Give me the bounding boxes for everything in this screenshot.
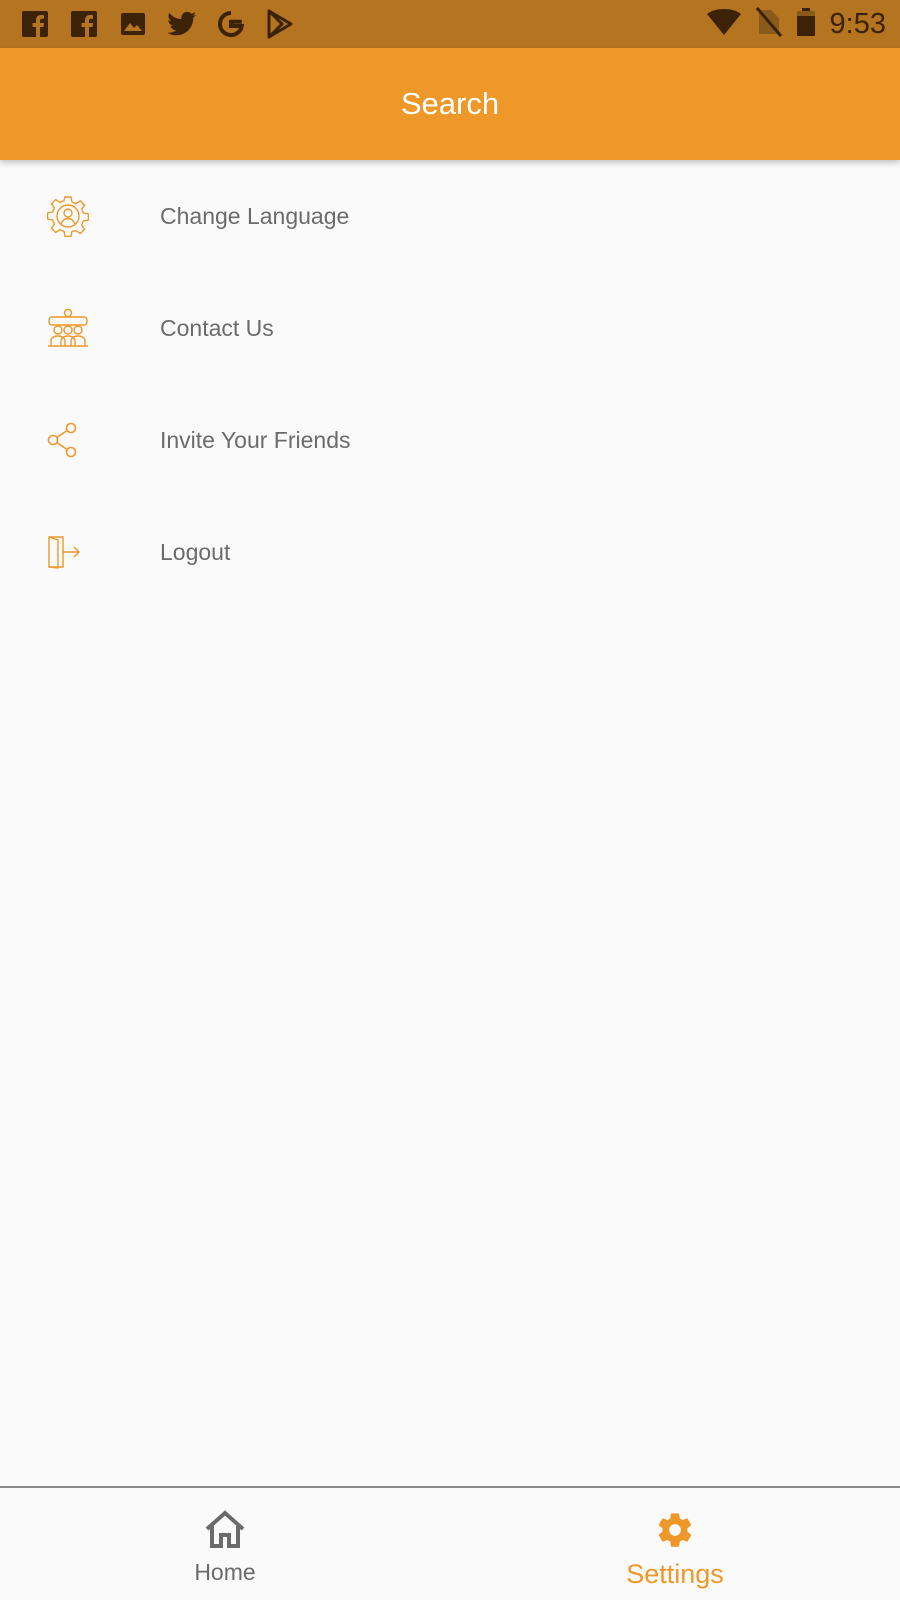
gear-icon <box>655 1510 695 1555</box>
no-sim-icon <box>755 6 782 42</box>
settings-menu: Change Language Contact Us Invite Your F… <box>0 160 900 608</box>
menu-item-invite-friends[interactable]: Invite Your Friends <box>0 384 900 496</box>
system-icons: 9:53 <box>706 6 886 42</box>
battery-icon <box>796 7 816 42</box>
logout-icon <box>0 535 160 569</box>
tab-label: Settings <box>626 1559 724 1589</box>
settings-user-icon <box>0 195 160 237</box>
notification-icons <box>20 9 295 39</box>
play-store-icon <box>265 9 295 39</box>
facebook-icon <box>69 9 99 39</box>
status-time: 9:53 <box>829 7 886 40</box>
share-icon <box>0 422 160 458</box>
facebook-icon <box>20 9 50 39</box>
tab-home[interactable]: Home <box>0 1488 450 1600</box>
bottom-navigation: Home Settings <box>0 1486 900 1600</box>
menu-item-logout[interactable]: Logout <box>0 496 900 608</box>
wifi-icon <box>706 8 742 41</box>
menu-item-change-language[interactable]: Change Language <box>0 160 900 272</box>
menu-item-contact-us[interactable]: Contact Us <box>0 272 900 384</box>
tab-settings[interactable]: Settings <box>450 1488 900 1600</box>
twitter-icon <box>167 9 197 39</box>
menu-item-label: Logout <box>160 538 231 565</box>
google-icon <box>216 9 246 39</box>
home-icon <box>204 1510 246 1553</box>
menu-item-label: Change Language <box>160 202 350 229</box>
app-bar: Search <box>0 48 900 160</box>
menu-item-label: Contact Us <box>160 314 274 341</box>
image-icon <box>118 9 148 39</box>
menu-item-label: Invite Your Friends <box>160 426 351 453</box>
team-meeting-icon <box>0 308 160 348</box>
status-bar: 9:53 <box>0 0 900 48</box>
page-title: Search <box>400 86 500 121</box>
tab-label: Home <box>194 1559 256 1585</box>
